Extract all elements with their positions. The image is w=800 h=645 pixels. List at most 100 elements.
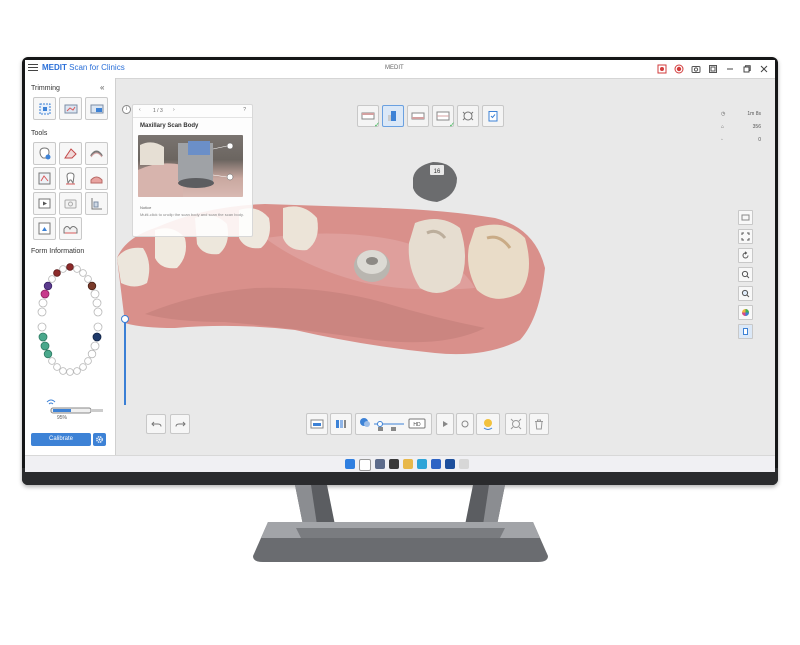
fit-view-button[interactable] bbox=[738, 229, 753, 244]
widgets-icon[interactable] bbox=[389, 459, 399, 469]
app-icon[interactable] bbox=[459, 459, 469, 469]
floating-scan-body: 16 bbox=[413, 162, 457, 202]
tool-gum-button[interactable] bbox=[85, 167, 108, 190]
check-icon: ✓ bbox=[374, 122, 380, 129]
view-screen-button[interactable] bbox=[738, 210, 753, 225]
guide-prev-icon[interactable]: ‹ bbox=[139, 107, 141, 113]
calibration-settings-button[interactable] bbox=[93, 433, 106, 446]
screenshot-icon[interactable] bbox=[691, 64, 701, 74]
trim-lasso-icon bbox=[64, 104, 77, 113]
redo-button[interactable] bbox=[170, 414, 190, 434]
calibration-status: 95% bbox=[33, 396, 111, 426]
maxilla-icon bbox=[361, 112, 375, 120]
window-controls bbox=[657, 63, 769, 75]
trim-select-button[interactable] bbox=[33, 97, 56, 120]
tool-compare-button[interactable] bbox=[59, 217, 82, 240]
window-title: MEDIT bbox=[385, 65, 404, 71]
guide-next-icon[interactable]: › bbox=[173, 107, 175, 113]
stage-toolbar: ✓ ✓ bbox=[357, 105, 504, 129]
play-scan-button[interactable] bbox=[436, 413, 454, 435]
record-dot-icon[interactable] bbox=[674, 64, 684, 74]
delete-button[interactable] bbox=[529, 413, 549, 435]
trim-rect-button[interactable] bbox=[85, 97, 108, 120]
tool-eraser-button[interactable] bbox=[59, 142, 82, 165]
guide-notice: Notice bbox=[140, 205, 152, 210]
export-icon bbox=[38, 222, 51, 235]
zoom-icon bbox=[741, 270, 750, 279]
tool-play-button[interactable] bbox=[33, 192, 56, 215]
stage-occlusion-button[interactable]: ✓ bbox=[432, 105, 455, 129]
redo-icon bbox=[175, 421, 186, 427]
zoom-in-button[interactable] bbox=[738, 267, 753, 282]
zoom-area-button[interactable] bbox=[738, 286, 753, 301]
measure-icon bbox=[91, 198, 102, 210]
tool-capture-button[interactable] bbox=[59, 192, 82, 215]
tool-export-button[interactable] bbox=[33, 217, 56, 240]
search-icon[interactable] bbox=[359, 459, 371, 471]
scan-option-button[interactable] bbox=[456, 413, 474, 435]
gum-icon bbox=[90, 176, 103, 184]
color-icon bbox=[742, 309, 749, 316]
tool-fill-button[interactable] bbox=[59, 167, 82, 190]
tooth-chart[interactable] bbox=[33, 261, 107, 379]
trim-rect-icon bbox=[90, 104, 103, 113]
smart-scan-button[interactable] bbox=[476, 413, 500, 435]
brand-name: MEDIT bbox=[42, 63, 67, 72]
maximize-icon[interactable] bbox=[742, 64, 752, 74]
depth-slider-handle[interactable] bbox=[121, 315, 129, 323]
task-view-icon[interactable] bbox=[375, 459, 385, 469]
lower-teeth bbox=[37, 322, 103, 376]
scan-data-button[interactable] bbox=[306, 413, 328, 435]
stage-scanbody-button[interactable] bbox=[382, 105, 404, 127]
medit-app-icon[interactable] bbox=[445, 459, 455, 469]
guide-help-icon[interactable]: ? bbox=[243, 107, 246, 113]
compare-icon bbox=[63, 226, 78, 234]
scanbody-stage-icon bbox=[388, 111, 396, 121]
layout-icon[interactable] bbox=[708, 64, 718, 74]
tool-arch-button[interactable] bbox=[85, 142, 108, 165]
os-taskbar bbox=[25, 455, 775, 472]
stage-mandible-button[interactable] bbox=[407, 105, 429, 127]
store-icon[interactable] bbox=[431, 459, 441, 469]
check-icon: ✓ bbox=[449, 122, 455, 129]
arch-icon bbox=[90, 150, 103, 158]
inspect-icon bbox=[510, 418, 522, 430]
browser-icon[interactable] bbox=[417, 459, 427, 469]
start-icon[interactable] bbox=[345, 459, 355, 469]
record-icon[interactable] bbox=[657, 64, 667, 74]
analysis-tool-button[interactable] bbox=[505, 413, 527, 435]
collapse-panel-icon[interactable]: « bbox=[100, 83, 104, 92]
layer-button[interactable] bbox=[738, 324, 753, 339]
stage-complete-button[interactable] bbox=[482, 105, 504, 127]
stage-maxilla-button[interactable]: ✓ bbox=[357, 105, 380, 129]
stage-analysis-button[interactable] bbox=[457, 105, 479, 127]
depth-slider-track[interactable] bbox=[124, 315, 126, 405]
scanner-settings-icons: HD bbox=[360, 418, 426, 431]
mandible-icon bbox=[411, 112, 425, 120]
product-name: Scan for Clinics bbox=[69, 63, 125, 72]
file-explorer-icon[interactable] bbox=[403, 459, 413, 469]
trim-lasso-button[interactable] bbox=[59, 97, 82, 120]
tool-clip-button[interactable] bbox=[33, 167, 56, 190]
color-mode-button[interactable] bbox=[738, 305, 753, 320]
app-title: MEDIT Scan for Clinics bbox=[42, 63, 125, 72]
undo-button[interactable] bbox=[146, 414, 166, 434]
monitor-stand-base bbox=[253, 522, 548, 562]
tool-measure-button[interactable] bbox=[85, 192, 108, 215]
calibrate-button[interactable]: Calibrate bbox=[31, 433, 91, 446]
info-icon[interactable]: i bbox=[122, 105, 131, 114]
timer-icon: ◷ bbox=[721, 110, 726, 117]
rotate-view-button[interactable] bbox=[738, 248, 753, 263]
trimming-title: Trimming bbox=[31, 85, 60, 92]
tool-lock-button[interactable] bbox=[33, 142, 56, 165]
play-icon bbox=[443, 421, 448, 427]
scan-filter-button[interactable] bbox=[330, 413, 352, 435]
left-panel: Trimming « Tools Form Information 95% Ca… bbox=[25, 78, 116, 455]
minimize-icon[interactable] bbox=[725, 64, 735, 74]
guide-image bbox=[138, 135, 243, 197]
close-icon[interactable] bbox=[759, 64, 769, 74]
scanner-settings-group[interactable]: HD bbox=[355, 413, 432, 435]
menu-icon[interactable] bbox=[28, 64, 38, 74]
guide-navigation: ‹ 1 / 3 › ? bbox=[133, 105, 252, 118]
undo-icon bbox=[150, 421, 161, 427]
